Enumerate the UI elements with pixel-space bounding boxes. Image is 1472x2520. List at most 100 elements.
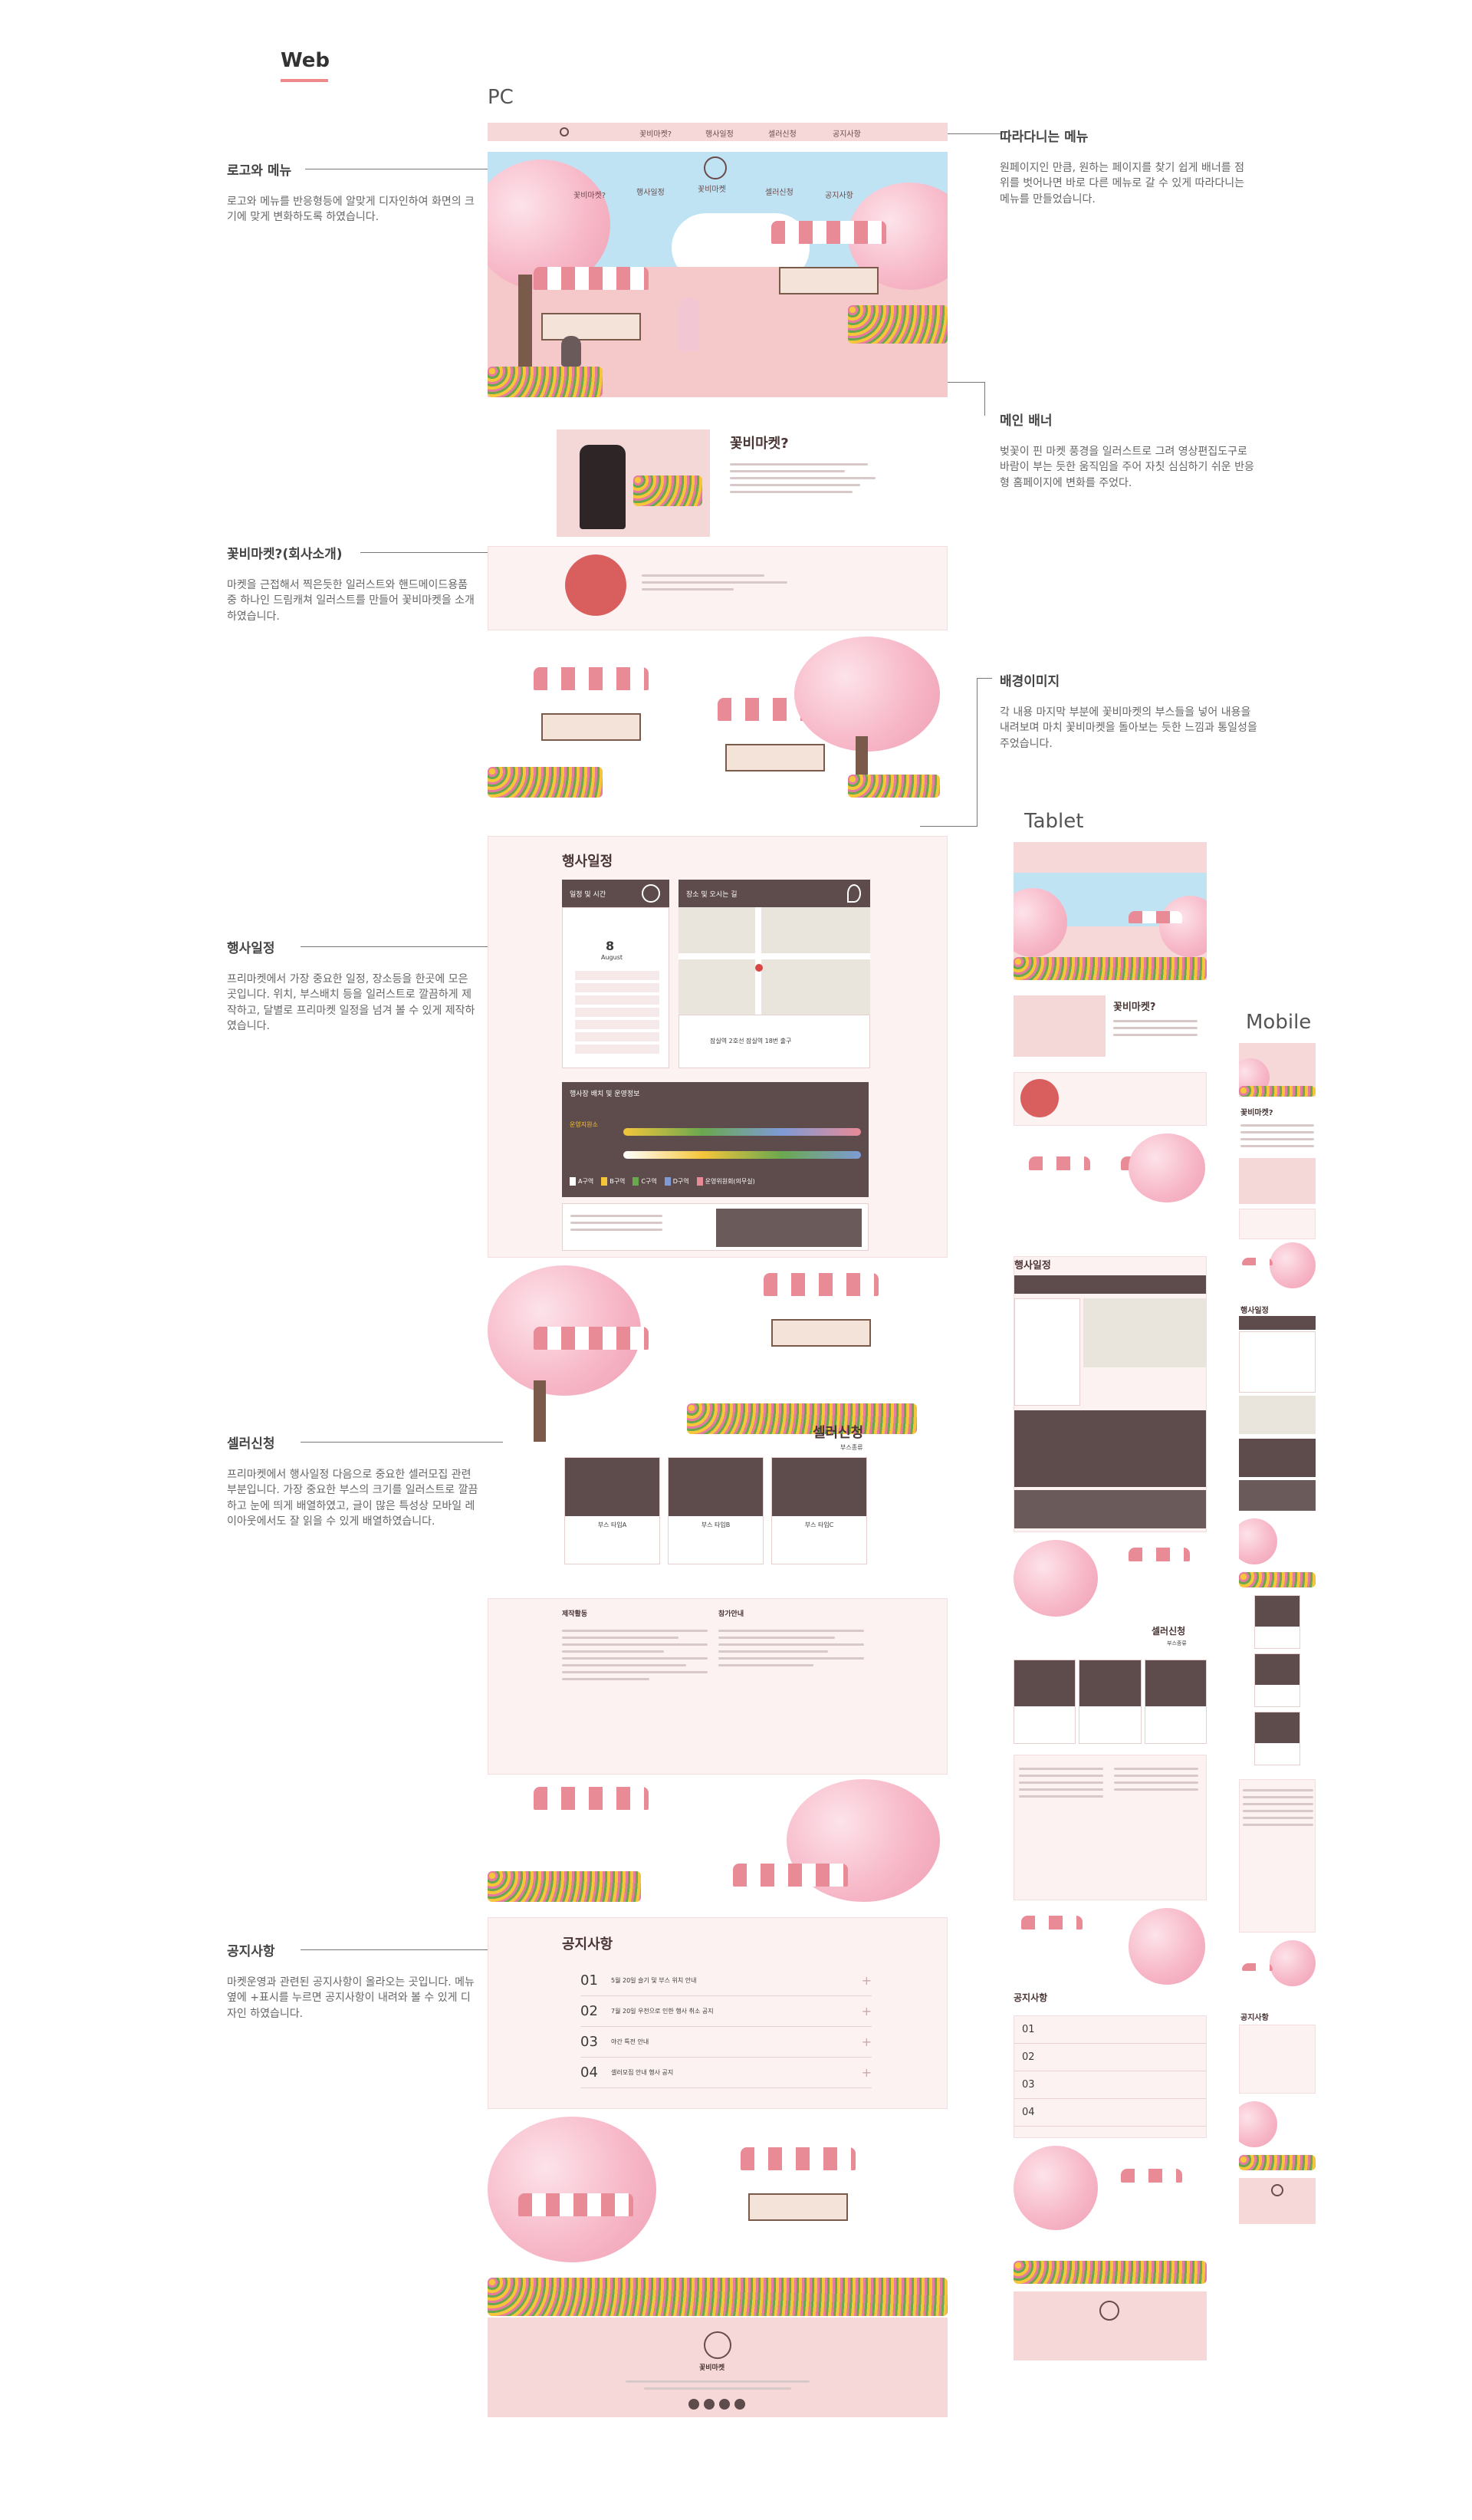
- nav-item-seller[interactable]: 셀러신청: [768, 127, 797, 139]
- stall-roof: [764, 1273, 879, 1296]
- booth-card-b[interactable]: 부스 타입B: [668, 1457, 764, 1564]
- facebook-icon[interactable]: [688, 2399, 699, 2410]
- stall-table: [541, 313, 641, 340]
- stall-table: [779, 267, 879, 294]
- seller-figure: [561, 336, 581, 367]
- logo-icon[interactable]: [704, 156, 727, 179]
- mobile-label: Mobile: [1246, 1011, 1312, 1034]
- stall-roof: [518, 2193, 633, 2216]
- calendar-month: 8: [606, 939, 615, 953]
- stall-roof: [534, 267, 649, 290]
- logo-icon: [704, 2331, 731, 2359]
- pc-seller-section: 셀러신청 부스종류 부스 타입A 부스 타입B 부스 타입C: [488, 1265, 948, 1572]
- notice-item[interactable]: 02 7월 20일 우천으로 인한 행사 취소 공지 +: [580, 1996, 872, 2027]
- nav-item-schedule[interactable]: 행사일정: [705, 127, 734, 139]
- title-underline: [281, 79, 328, 82]
- banner-nav-item[interactable]: 셀러신청: [765, 186, 794, 197]
- dreamcatcher-icon: [565, 554, 626, 616]
- annotation-title: 메인 배너: [1000, 413, 1053, 429]
- annotation-body: 마켓운영과 관련된 공지사항이 올라오는 곳입니다. 메뉴 옆에 +표시를 누르…: [227, 1976, 475, 2020]
- schedule-box-label: 일정 및 시간: [570, 891, 606, 899]
- cherry-tree-canopy: [488, 2117, 656, 2262]
- notice-item[interactable]: 03: [1014, 2071, 1206, 2099]
- pc-label: PC: [488, 86, 514, 109]
- stall-table: [541, 713, 641, 741]
- booth-card-title: 부스 타입C: [804, 1522, 834, 1528]
- mobile-notice-title: 공지사항: [1240, 2014, 1269, 2022]
- pc-schedule-section: 행사일정 일정 및 시간 8 August 장소 및 오시는 길 잠실역 2호선…: [488, 836, 948, 1258]
- logo-icon: [1271, 2184, 1283, 2196]
- notice-item[interactable]: 04: [1014, 2099, 1206, 2127]
- booth-card-c[interactable]: 부스 타입C: [771, 1457, 867, 1564]
- nav-item-about[interactable]: 꽃비마켓?: [639, 127, 672, 139]
- booth-card-a[interactable]: 부스 타입A: [564, 1457, 660, 1564]
- calendar-month-name: August: [601, 954, 623, 961]
- flower-bed: [848, 775, 940, 798]
- schedule-box-header: 일정 및 시간: [562, 880, 669, 907]
- tablet-banner: [1014, 842, 1207, 980]
- plus-icon[interactable]: +: [862, 1973, 872, 1988]
- notice-item[interactable]: 02: [1014, 2044, 1206, 2071]
- leader-line: [920, 826, 977, 827]
- plus-icon[interactable]: +: [862, 2035, 872, 2049]
- mobile-mockup: 꽃비마켓? 행사일정 공지사항: [1239, 1043, 1316, 2393]
- annotation-body: 벚꽃이 핀 마켓 풍경을 일러스트로 그려 영상편집도구로 바람이 부는 듯한 …: [1000, 446, 1254, 489]
- annotation-body: 마켓을 근접해서 찍은듯한 일러스트와 핸드메이드용품 중 하나인 드림캐쳐 일…: [227, 579, 475, 623]
- pc-about-section: 꽃비마켓?: [488, 414, 948, 537]
- tree-trunk: [518, 275, 532, 374]
- pc-dreamcatcher-band: [488, 546, 948, 630]
- apply-col-1-title: 제작활동: [562, 1610, 588, 1618]
- twitter-icon[interactable]: [719, 2399, 730, 2410]
- annotation-body: 로고와 메뉴를 반응형등에 알맞게 디자인하여 화면의 크기에 맞게 변화하도록…: [227, 196, 475, 224]
- flower-bed: [848, 305, 948, 344]
- leader-line: [301, 1442, 503, 1443]
- annotation-body: 프리마켓에서 행사일정 다음으로 중요한 셀러모집 관련 부분입니다. 가장 중…: [227, 1469, 478, 1528]
- notice-item[interactable]: 04 셀러모집 안내 행사 공지 +: [580, 2058, 872, 2088]
- notice-item[interactable]: 01 5월 20일 슬기 및 부스 위치 안내 +: [580, 1966, 872, 1996]
- notice-item[interactable]: 03 야간 특전 안내 +: [580, 2027, 872, 2058]
- logo-icon[interactable]: [560, 127, 569, 137]
- annotation-title: 배경이미지: [1000, 674, 1060, 689]
- booth-row: [623, 1151, 861, 1159]
- annotation-seller: 셀러신청 프리마켓에서 행사일정 다음으로 중요한 셀러모집 관련 부분입니다.…: [227, 1433, 480, 1529]
- banner-nav-item[interactable]: 꽃비마켓?: [573, 189, 606, 200]
- mobile-schedule-title: 행사일정: [1240, 1307, 1269, 1315]
- legend-item-office: 운영위원회(의무실): [696, 1177, 755, 1186]
- stall-roof: [534, 1327, 649, 1350]
- instagram-icon[interactable]: [704, 2399, 715, 2410]
- map-caption: 잠실역 2호선 잠실역 18번 출구: [710, 1038, 792, 1045]
- stall-roof: [534, 667, 649, 690]
- tablet-schedule-title: 행사일정: [1014, 1260, 1051, 1272]
- banner-nav-item[interactable]: 공지사항: [825, 189, 853, 200]
- notice-number: 02: [580, 2003, 598, 2019]
- calendar-card: 8 August: [562, 907, 669, 1068]
- pc-background-illustration-3: [488, 2117, 948, 2316]
- tablet-background-2: 공지사항: [1014, 1908, 1207, 2008]
- annotation-title: 따라다니는 메뉴: [1000, 130, 1089, 145]
- blog-icon[interactable]: [734, 2399, 745, 2410]
- schedule-title: 행사일정: [562, 854, 613, 870]
- banner-nav-item[interactable]: 행사일정: [636, 186, 665, 197]
- plus-icon[interactable]: +: [862, 2004, 872, 2018]
- notice-item[interactable]: 01: [1014, 2016, 1206, 2044]
- map-marker-icon: [755, 964, 763, 972]
- calendar-grid[interactable]: [575, 969, 659, 1054]
- nav-item-notice[interactable]: 공지사항: [833, 127, 861, 139]
- pc-floating-nav: 꽃비마켓? 행사일정 셀러신청 공지사항: [488, 123, 948, 141]
- annotation-about: 꽃비마켓?(회사소개) 마켓을 근접해서 찍은듯한 일러스트와 핸드메이드용품 …: [227, 543, 480, 624]
- flower-bed: [488, 367, 603, 397]
- plus-icon[interactable]: +: [862, 2065, 872, 2080]
- about-illustration: [557, 429, 710, 537]
- flower-bed: [687, 1403, 917, 1434]
- location-map[interactable]: [678, 907, 870, 1015]
- web-section-title: Web: [281, 49, 330, 72]
- annotation-body: 원페이지인 만큼, 원하는 페이지를 찾기 쉽게 배너를 점위를 벗어나면 바로…: [1000, 162, 1244, 206]
- social-icons: [688, 2399, 745, 2410]
- tablet-schedule: 행사일정: [1014, 1256, 1207, 1532]
- apply-col-2-title: 참가안내: [718, 1610, 744, 1618]
- booth-support-label: 운영지원소: [570, 1121, 598, 1128]
- banner-nav-item[interactable]: 꽃비마켓: [698, 183, 726, 194]
- legend-item-d: D구역: [664, 1177, 689, 1186]
- annotation-background: 배경이미지 각 내용 마지막 부분에 꽃비마켓의 부스들을 넣어 내용을 내려보…: [1000, 670, 1260, 752]
- tablet-booth-cards: [1014, 1660, 1207, 1744]
